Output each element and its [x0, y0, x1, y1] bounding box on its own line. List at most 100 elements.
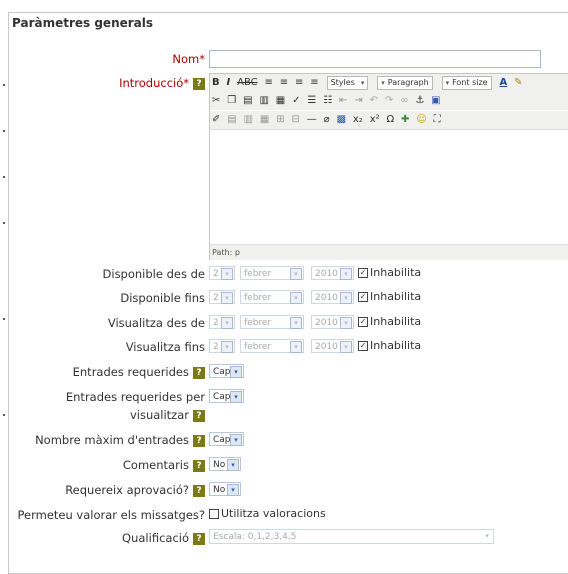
help-icon[interactable]: ?	[193, 459, 205, 472]
strikethrough-icon[interactable]: ABC	[237, 77, 258, 88]
paste-text-icon[interactable]: ▥	[259, 95, 268, 106]
view-from-disable[interactable]: ✓ Inhabilita	[358, 315, 421, 328]
view-from-year[interactable]: 2010 ▾	[311, 315, 354, 329]
available-until-year[interactable]: 2010 ▾	[311, 290, 354, 304]
table-col-icon[interactable]: ▦	[260, 114, 269, 125]
grade-select[interactable]: Escala: 0,1,2,3,4,5 ▾	[209, 529, 494, 544]
comments-select[interactable]: No ▾	[209, 457, 241, 471]
horizontal-rule-icon[interactable]: —	[307, 114, 317, 125]
checkbox-unchecked-icon[interactable]	[209, 509, 219, 519]
chevron-down-icon: ▾	[290, 268, 302, 280]
required-entries-view-label-line2: visualitzar?	[130, 408, 205, 422]
available-until-disable[interactable]: ✓ Inhabilita	[358, 290, 421, 303]
chevron-down-icon: ▾	[340, 292, 352, 304]
max-entries-select[interactable]: Cap ▾	[209, 432, 244, 446]
align-justify-icon[interactable]: ≡	[310, 77, 318, 88]
font-size-select[interactable]: ▾ Font size	[441, 76, 492, 90]
checkbox-checked-icon[interactable]: ✓	[358, 292, 368, 302]
view-from-month[interactable]: febrer ▾	[240, 315, 304, 329]
clean-format-icon[interactable]: ⌀	[324, 114, 330, 125]
italic-icon[interactable]: I	[227, 77, 231, 88]
available-from-month[interactable]: febrer ▾	[240, 266, 304, 280]
html-source-icon[interactable]: ▩	[337, 114, 346, 125]
available-until-month[interactable]: febrer ▾	[240, 290, 304, 304]
allow-rating-label: Permeteu valorar els missatges?	[17, 508, 206, 522]
edit-icon[interactable]: ✐	[212, 114, 220, 125]
table-row-icon[interactable]: ▥	[244, 114, 253, 125]
cut-icon[interactable]: ✂	[212, 95, 220, 106]
merge-cells-icon[interactable]: ⊞	[276, 114, 284, 125]
split-cells-icon[interactable]: ⊟	[292, 114, 300, 125]
bold-icon[interactable]: B	[212, 77, 220, 88]
available-from-disable[interactable]: ✓ Inhabilita	[358, 266, 421, 279]
view-until-disable[interactable]: ✓ Inhabilita	[358, 339, 421, 352]
help-icon[interactable]: ?	[193, 434, 205, 447]
emoticon-icon[interactable]: ☺	[416, 114, 426, 125]
chevron-down-icon: ▾	[221, 268, 233, 280]
align-right-icon[interactable]: ≡	[295, 77, 303, 88]
redo-icon[interactable]: ↷	[385, 95, 393, 106]
anchor-icon[interactable]: ⚓	[415, 95, 424, 106]
align-center-icon[interactable]: ≡	[280, 77, 288, 88]
help-icon[interactable]: ?	[193, 366, 205, 379]
checkbox-checked-icon[interactable]: ✓	[358, 268, 368, 278]
section-title: Paràmetres generals	[12, 16, 160, 30]
help-icon[interactable]: ?	[193, 484, 205, 497]
required-entries-select[interactable]: Cap ▾	[209, 364, 244, 378]
editor-content-area[interactable]	[210, 131, 568, 243]
checkbox-checked-icon[interactable]: ✓	[358, 317, 368, 327]
chevron-down-icon: ▾	[221, 292, 233, 304]
image-icon[interactable]: ▣	[431, 95, 440, 106]
chevron-down-icon: ▾	[290, 341, 302, 353]
strip-mark	[3, 130, 5, 132]
chevron-down-icon: ▾	[360, 79, 365, 87]
styles-select[interactable]: Styles ▾	[326, 76, 369, 90]
media-icon[interactable]: ✚	[401, 114, 409, 125]
undo-icon[interactable]: ↶	[370, 95, 378, 106]
help-icon[interactable]: ?	[193, 77, 205, 90]
paste-word-icon[interactable]: ▦	[276, 95, 285, 106]
chevron-down-icon: ▾	[445, 79, 450, 87]
available-until-label: Disponible fins	[120, 291, 205, 305]
rich-text-editor[interactable]: B I ABC ≡ ≡ ≡ ≡ Styles ▾ ▾ Paragraph ▾ Font…	[209, 73, 568, 260]
highlight-color-icon[interactable]: ✎	[514, 77, 522, 88]
chevron-down-icon: ▾	[227, 484, 239, 496]
copy-icon[interactable]: ❐	[227, 95, 236, 106]
paste-icon[interactable]: ▤	[243, 95, 252, 106]
view-until-year[interactable]: 2010 ▾	[311, 339, 354, 353]
outdent-icon[interactable]: ⇤	[339, 95, 347, 106]
bullet-list-icon[interactable]: ☰	[307, 95, 316, 106]
help-icon[interactable]: ?	[193, 532, 205, 545]
required-entries-view-select[interactable]: Cap ▾	[209, 389, 244, 403]
spellcheck-icon[interactable]: ✓	[292, 95, 300, 106]
editor-toolbar-row-1: B I ABC ≡ ≡ ≡ ≡ Styles ▾ ▾ Paragraph ▾ Font…	[210, 74, 568, 92]
superscript-icon[interactable]: x²	[370, 114, 380, 125]
subscript-icon[interactable]: x₂	[353, 114, 363, 125]
paragraph-select[interactable]: ▾ Paragraph	[377, 76, 433, 90]
chevron-down-icon: ▾	[290, 317, 302, 329]
numbered-list-icon[interactable]: ☷	[323, 95, 332, 106]
indent-icon[interactable]: ⇥	[354, 95, 362, 106]
editor-toolbar-row-2: ✂ ❐ ▤ ▥ ▦ ✓ ☰ ☷ ⇤ ⇥ ↶ ↷ ∞ ⚓ ▣	[210, 92, 568, 110]
table-icon[interactable]: ▤	[227, 114, 236, 125]
view-from-day[interactable]: 2 ▾	[209, 315, 235, 329]
editor-path-bar: Path: p	[210, 244, 568, 260]
name-label: Nom*	[172, 52, 205, 66]
view-until-day[interactable]: 2 ▾	[209, 339, 235, 353]
link-icon[interactable]: ∞	[400, 95, 408, 106]
help-icon[interactable]: ?	[193, 409, 205, 422]
available-until-day[interactable]: 2 ▾	[209, 290, 235, 304]
approval-label: Requereix aprovació??	[65, 483, 205, 497]
use-ratings-checkbox[interactable]: Utilitza valoracions	[209, 507, 326, 520]
align-left-icon[interactable]: ≡	[265, 77, 273, 88]
special-char-icon[interactable]: Ω	[387, 114, 395, 125]
chevron-down-icon: ▾	[340, 317, 352, 329]
approval-select[interactable]: No ▾	[209, 482, 241, 496]
text-color-icon[interactable]: A	[499, 77, 507, 88]
available-from-day[interactable]: 2 ▾	[209, 266, 235, 280]
available-from-year[interactable]: 2010 ▾	[311, 266, 354, 280]
fullscreen-icon[interactable]: ⛶	[434, 114, 441, 125]
name-input[interactable]	[209, 50, 541, 68]
view-until-month[interactable]: febrer ▾	[240, 339, 304, 353]
checkbox-checked-icon[interactable]: ✓	[358, 341, 368, 351]
